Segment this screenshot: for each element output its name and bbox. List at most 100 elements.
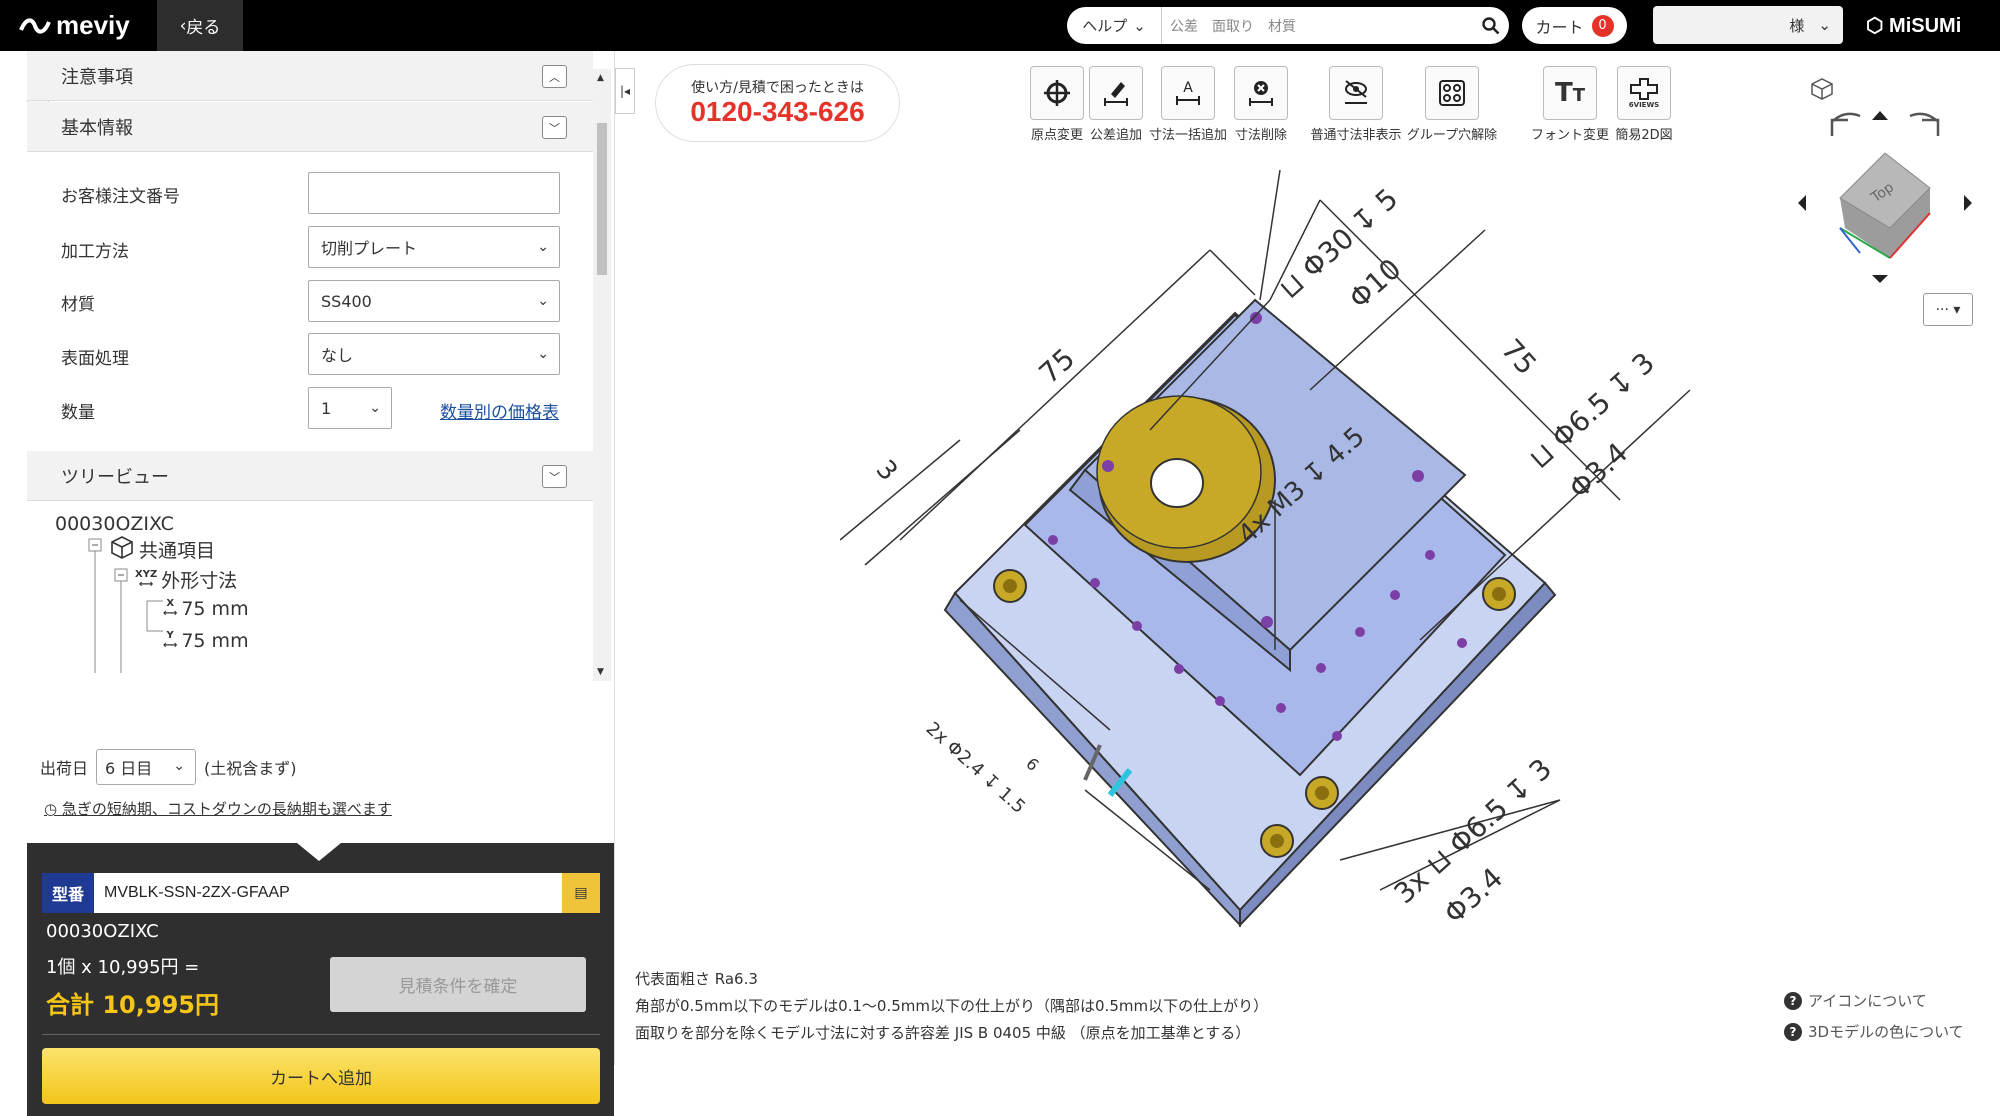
notes-section-title: 注意事項	[61, 66, 133, 88]
tool-dim-delete[interactable]: 寸法削除	[1226, 66, 1296, 143]
chevron-up-icon[interactable]: ︿	[542, 65, 567, 88]
chevron-down-icon: ⌄	[1818, 16, 1831, 34]
y-icon-text: Y	[166, 630, 174, 641]
tool-font-label: フォント変更	[1530, 128, 1609, 143]
views-caption: 6VIEWS	[1628, 101, 1660, 109]
note-roughness: 代表面粗さ Ra6.3	[635, 970, 758, 988]
question-icon: ?	[1784, 991, 1802, 1010]
material-value: SS400	[321, 291, 372, 311]
counterbore-hole-inner	[1492, 587, 1506, 601]
group-hole-icon	[1425, 66, 1479, 120]
tree-item-common[interactable]: 共通項目	[109, 534, 215, 565]
search-bar: ヘルプ ⌄ 公差 面取り 材質	[1067, 7, 1509, 44]
cart-button[interactable]: カート 0	[1522, 7, 1627, 44]
confirm-quote-button[interactable]: 見積条件を確定	[330, 957, 586, 1012]
order-no-input[interactable]	[308, 172, 560, 214]
rotate-right-icon[interactable]	[1909, 112, 1940, 136]
boss-hole	[1150, 458, 1204, 508]
tree-item-y[interactable]: Y ⟷ 75 mm	[163, 630, 249, 652]
material-select[interactable]: SS400 ⌄	[308, 280, 560, 322]
qty-label: 数量	[61, 403, 95, 423]
tool-tolerance-label: 公差追加	[1089, 128, 1142, 143]
collapse-panel-button[interactable]: |◂	[615, 68, 635, 114]
hole-spec-1b: Φ10	[1343, 252, 1408, 315]
add-to-cart-button[interactable]: カートへ追加	[42, 1048, 600, 1104]
process-select[interactable]: 切削プレート ⌄	[308, 226, 560, 268]
summary-notch	[297, 843, 341, 861]
search-icon[interactable]	[1473, 16, 1509, 35]
misumi-logo[interactable]: ⬡ MiSUMi	[1866, 13, 1961, 38]
tool-dim-batch-label: 寸法一括追加	[1148, 128, 1227, 143]
tolerance-add-icon	[1089, 66, 1143, 120]
notes-section-header[interactable]: 注意事項 ︿	[27, 51, 593, 101]
back-label: 戻る	[186, 18, 221, 38]
note-corner: 角部が0.5mm以下のモデルは0.1～0.5mm以下の仕上がり（隅部は0.5mm…	[635, 997, 1269, 1015]
scroll-down-icon[interactable]: ▼	[597, 667, 604, 677]
tool-hide-dim[interactable]: 普通寸法非表示	[1306, 66, 1406, 143]
about-colors-link[interactable]: ? 3Dモデルの色について	[1784, 1021, 1964, 1042]
surface-value: なし	[321, 346, 354, 365]
user-menu[interactable]: 様 ⌄	[1653, 6, 1843, 44]
arrow-down-icon[interactable]	[1872, 275, 1888, 283]
dimension-xyz-icon: XYZ ⟷	[135, 568, 158, 590]
summary-code: 00030OZIXC	[46, 921, 159, 942]
tool-tolerance[interactable]: 公差追加	[1084, 66, 1148, 143]
tree-item-x-value: 75 mm	[181, 598, 249, 620]
copy-icon[interactable]: ▤	[562, 873, 600, 913]
qty-select[interactable]: 1 ⌄	[308, 387, 392, 429]
chevron-down-icon[interactable]: ﹀	[542, 465, 567, 488]
collapse-icon: |◂	[619, 84, 631, 98]
arrow-right-icon[interactable]	[1964, 195, 1972, 211]
arrow-up-icon[interactable]	[1872, 111, 1888, 120]
view-cube[interactable]: Top	[1839, 152, 1931, 259]
tool-group-hole-label: グループ穴解除	[1406, 128, 1498, 143]
arrow-left-icon[interactable]	[1798, 195, 1806, 211]
cube-icon: ⬡	[1866, 15, 1884, 37]
meviy-logo-icon	[19, 18, 51, 33]
shipping-row: 出荷日 6 日目 ⌄ (土祝含まず)	[40, 749, 297, 785]
tool-font[interactable]: TT フォント変更	[1530, 66, 1610, 143]
tool-2d[interactable]: 6VIEWS 簡易2D図	[1612, 66, 1676, 143]
tree-item-outer[interactable]: XYZ ⟷ 外形寸法	[135, 566, 237, 593]
rotate-left-icon[interactable]	[1830, 112, 1861, 136]
contact-box: 使い方/見積で困ったときは 0120-343-626	[655, 64, 900, 142]
dimension-y-icon: Y ⟷	[163, 630, 178, 651]
about-icons-link[interactable]: ? アイコンについて	[1784, 990, 1927, 1011]
part-tag: 型番	[42, 873, 94, 913]
chevron-down-icon: ⌄	[537, 293, 549, 309]
dimension-x-icon: X ⟷	[163, 598, 178, 619]
chevron-down-icon[interactable]: ﹀	[542, 116, 567, 139]
views-icon: 6VIEWS	[1617, 66, 1671, 120]
small-hole-spec: 2x Φ2.4 ↧ 1.5	[922, 718, 1030, 818]
short-lead-link[interactable]: ◷ 急ぎの短納期、コストダウンの長納期も選べます	[44, 798, 392, 819]
qty-price-link[interactable]: 数量別の価格表	[440, 398, 559, 423]
surface-select[interactable]: なし ⌄	[308, 333, 560, 375]
left-scrollbar[interactable]: ▲ ▼	[593, 69, 611, 681]
material-label: 材質	[61, 295, 95, 315]
shipping-value: 6 日目	[105, 759, 153, 778]
shipping-label: 出荷日	[40, 759, 89, 778]
basic-section-header[interactable]: 基本情報 ﹀	[27, 102, 593, 152]
process-value: 切削プレート	[321, 239, 418, 258]
user-suffix: 様	[1789, 16, 1805, 35]
search-input[interactable]: 公差 面取り 材質	[1162, 16, 1473, 36]
help-select[interactable]: ヘルプ ⌄	[1067, 7, 1162, 44]
summary-unit-price: 1個 x 10,995円 =	[46, 957, 200, 978]
tool-group-hole[interactable]: グループ穴解除	[1404, 66, 1500, 143]
meviy-logo[interactable]: meviy	[18, 10, 130, 41]
tree-item-x[interactable]: X ⟷ 75 mm	[163, 598, 249, 620]
tool-origin[interactable]: 原点変更	[1022, 66, 1092, 143]
shipping-select[interactable]: 6 日目 ⌄	[96, 749, 197, 785]
chevron-down-icon: ⌄	[369, 400, 381, 416]
cad-model-viewport[interactable]: 75 75 3 ⊔ Φ30 ↧ 5 Φ10 4x M3 ↧ 4.5 ⊔ Φ6.5…	[840, 170, 1720, 950]
scroll-thumb[interactable]	[597, 123, 607, 275]
panel-divider	[614, 51, 615, 1065]
tool-dim-batch[interactable]: A 寸法一括追加	[1144, 66, 1232, 143]
tool-dim-delete-label: 寸法削除	[1234, 128, 1287, 143]
tree-section-header[interactable]: ツリービュー ﹀	[27, 451, 593, 501]
basic-section-title: 基本情報	[61, 117, 133, 139]
more-options-button[interactable]: ··· ▾	[1923, 293, 1973, 326]
scroll-up-icon[interactable]: ▲	[597, 73, 604, 83]
home-view-icon[interactable]	[1811, 78, 1833, 100]
back-button[interactable]: ‹ 戻る	[157, 0, 243, 51]
